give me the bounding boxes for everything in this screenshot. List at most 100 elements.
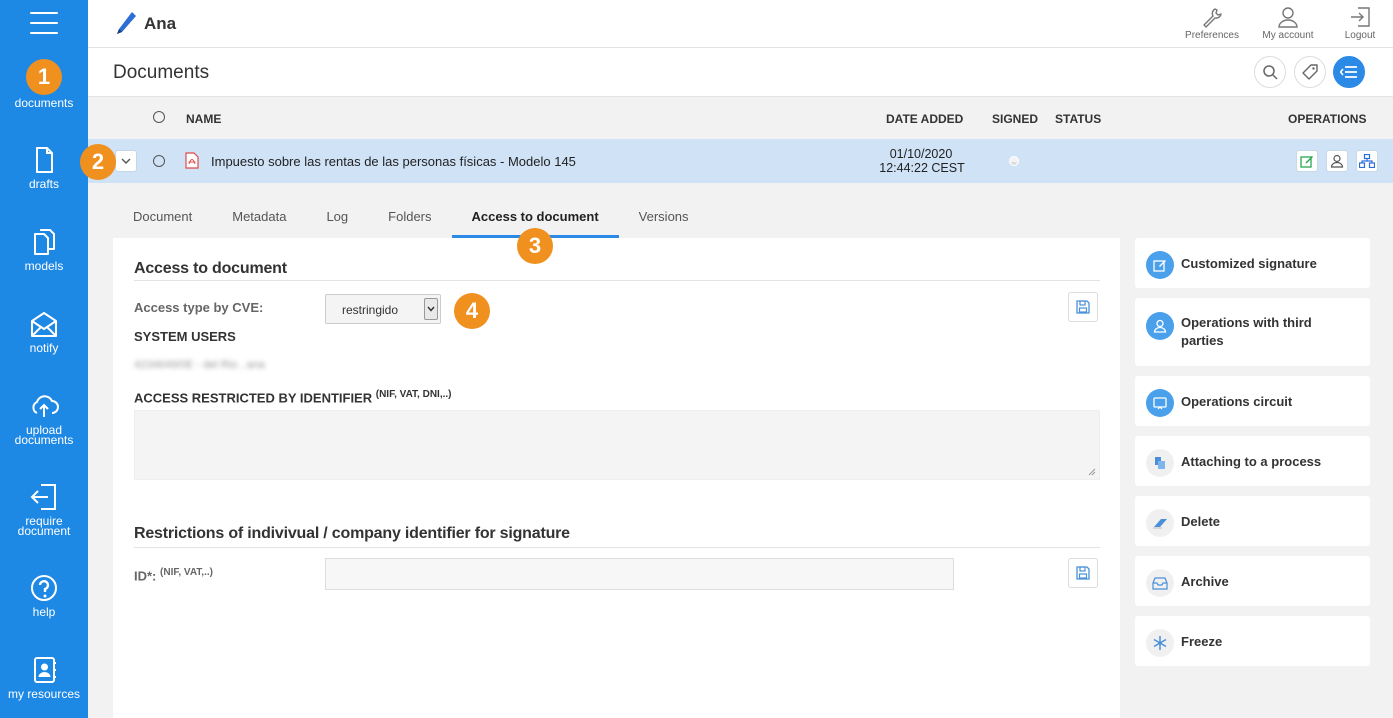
envelope-icon bbox=[31, 312, 57, 337]
hierarchy-icon bbox=[1359, 154, 1375, 168]
sidebar-item-help[interactable]: help bbox=[0, 573, 88, 618]
customized-signature-button[interactable]: Customized signature bbox=[1135, 238, 1370, 288]
time-added: 12:44:22 CEST bbox=[879, 161, 965, 175]
circuit-operation-button[interactable] bbox=[1356, 150, 1378, 172]
chevron-down-icon bbox=[424, 298, 438, 320]
access-type-label: Access type by CVE: bbox=[134, 300, 264, 315]
sidebar-item-drafts[interactable]: drafts bbox=[0, 145, 88, 190]
sidebar: documents drafts models notify upload do… bbox=[0, 0, 88, 718]
page-title-bar: Documents bbox=[88, 48, 1393, 97]
column-operations: OPERATIONS bbox=[1288, 112, 1367, 126]
id-hint: (NIF, VAT,..) bbox=[160, 567, 213, 578]
restricted-identifier-hint: (NIF, VAT, DNI,..) bbox=[375, 389, 452, 400]
pen-icon bbox=[117, 12, 136, 34]
user-icon bbox=[1278, 7, 1298, 28]
divider bbox=[134, 547, 1100, 548]
step-badge-3: 3 bbox=[517, 228, 553, 264]
restricted-identifier-textarea[interactable] bbox=[134, 410, 1100, 480]
save-access-button[interactable] bbox=[1068, 292, 1098, 322]
date-added: 01/10/2020 bbox=[889, 147, 953, 161]
sidebar-item-my-resources[interactable]: my resources bbox=[0, 655, 88, 700]
list-icon bbox=[1340, 66, 1357, 78]
user-info: Ana bbox=[114, 8, 176, 40]
sidebar-item-models[interactable]: models bbox=[0, 227, 88, 272]
tab-document[interactable]: Document bbox=[113, 200, 212, 238]
search-button[interactable] bbox=[1254, 56, 1286, 88]
search-icon bbox=[1263, 65, 1278, 80]
document-name[interactable]: Impuesto sobre las rentas de las persona… bbox=[211, 154, 576, 169]
table-row[interactable]: Impuesto sobre las rentas de las persona… bbox=[88, 139, 1393, 183]
third-parties-operations-button[interactable]: Operations with third parties bbox=[1135, 298, 1370, 366]
access-type-select[interactable]: restringido bbox=[325, 294, 441, 324]
wrench-icon bbox=[1203, 8, 1222, 28]
attach-process-button[interactable]: Attaching to a process bbox=[1135, 436, 1370, 486]
system-users-label: SYSTEM USERS bbox=[134, 329, 236, 344]
snowflake-icon bbox=[1146, 629, 1174, 657]
my-account-button[interactable]: My account bbox=[1258, 6, 1318, 41]
column-signed[interactable]: SIGNED bbox=[992, 112, 1038, 126]
tab-folders[interactable]: Folders bbox=[368, 200, 451, 238]
tab-versions[interactable]: Versions bbox=[619, 200, 709, 238]
page-title: Documents bbox=[113, 62, 210, 83]
user-name: Ana bbox=[144, 14, 177, 33]
top-header: Ana Preferences My account Logout bbox=[88, 0, 1393, 48]
save-icon bbox=[1076, 300, 1090, 314]
access-panel: Access to document Access type by CVE: r… bbox=[113, 238, 1120, 718]
edit-operation-button[interactable] bbox=[1296, 150, 1318, 172]
divider bbox=[134, 280, 1100, 281]
select-all-radio[interactable] bbox=[153, 111, 165, 123]
signed-status-icon bbox=[1009, 156, 1019, 166]
signature-edit-icon bbox=[1146, 251, 1174, 279]
sidebar-item-require-document[interactable]: require document bbox=[0, 482, 88, 537]
tab-metadata[interactable]: Metadata bbox=[212, 200, 306, 238]
draft-file-icon bbox=[36, 147, 53, 173]
archive-button[interactable]: Archive bbox=[1135, 556, 1370, 606]
user-icon bbox=[1330, 154, 1344, 168]
freeze-button[interactable]: Freeze bbox=[1135, 616, 1370, 666]
step-badge-4: 4 bbox=[454, 293, 490, 329]
id-label: ID*: (NIF, VAT,..) bbox=[134, 567, 213, 584]
column-status[interactable]: STATUS bbox=[1055, 112, 1101, 126]
column-name[interactable]: NAME bbox=[186, 112, 221, 126]
id-input[interactable] bbox=[325, 558, 954, 590]
system-users-value: 4234649/0E - del Rio , ana bbox=[134, 359, 265, 371]
tag-filter-button[interactable] bbox=[1294, 56, 1326, 88]
edit-icon bbox=[1300, 156, 1313, 168]
tag-icon bbox=[1302, 64, 1318, 80]
operations-circuit-button[interactable]: Operations circuit bbox=[1135, 376, 1370, 426]
third-party-operation-button[interactable] bbox=[1326, 150, 1348, 172]
save-id-button[interactable] bbox=[1068, 558, 1098, 588]
inbox-icon bbox=[1146, 569, 1174, 597]
access-section-title: Access to document bbox=[134, 260, 287, 277]
restrictions-section-title: Restrictions of indivivual / company ide… bbox=[134, 525, 570, 542]
resize-handle-icon[interactable] bbox=[1088, 468, 1096, 476]
attach-document-icon bbox=[1146, 449, 1174, 477]
hamburger-menu-icon[interactable] bbox=[30, 12, 58, 34]
column-date-added[interactable]: DATE ADDED bbox=[886, 112, 963, 126]
contact-book-icon bbox=[34, 657, 56, 683]
table-header: NAME DATE ADDED SIGNED STATUS OPERATIONS bbox=[88, 97, 1393, 139]
cloud-upload-icon bbox=[32, 395, 59, 417]
logout-icon bbox=[1351, 7, 1370, 27]
list-view-button[interactable] bbox=[1333, 56, 1365, 88]
sidebar-item-upload-documents[interactable]: upload documents bbox=[0, 391, 88, 446]
tab-log[interactable]: Log bbox=[306, 200, 368, 238]
delete-button[interactable]: Delete bbox=[1135, 496, 1370, 546]
access-type-value: restringido bbox=[342, 303, 399, 317]
save-icon bbox=[1076, 566, 1090, 580]
help-icon bbox=[31, 575, 57, 601]
step-badge-2: 2 bbox=[80, 144, 116, 180]
chevron-down-icon bbox=[121, 158, 131, 164]
row-select-radio[interactable] bbox=[153, 155, 165, 167]
step-badge-1: 1 bbox=[26, 59, 62, 95]
document-tabs: Document Metadata Log Folders Access to … bbox=[113, 200, 709, 238]
pdf-file-icon bbox=[185, 152, 199, 169]
expand-row-button[interactable] bbox=[115, 150, 137, 172]
user-icon bbox=[1146, 312, 1174, 340]
sidebar-item-notify[interactable]: notify bbox=[0, 309, 88, 354]
preferences-button[interactable]: Preferences bbox=[1182, 6, 1242, 41]
logout-button[interactable]: Logout bbox=[1340, 6, 1380, 41]
require-document-icon bbox=[30, 484, 56, 510]
restricted-identifier-label: ACCESS RESTRICTED BY IDENTIFIER (NIF, VA… bbox=[134, 389, 452, 406]
models-icon bbox=[34, 229, 55, 255]
